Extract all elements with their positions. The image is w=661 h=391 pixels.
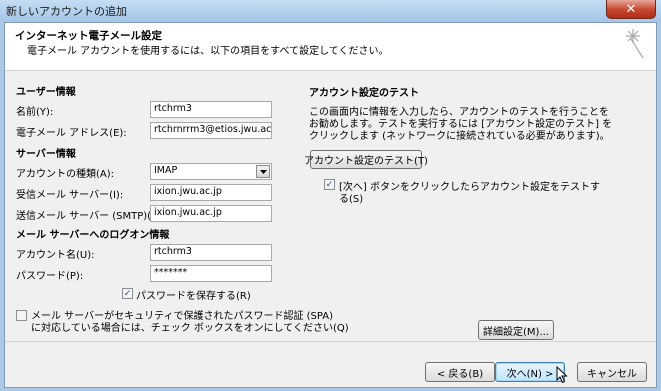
incoming-server-label: 受信メール サーバー(I): [16, 190, 124, 201]
test-heading: アカウント設定のテスト [309, 88, 419, 99]
page-title: インターネット電子メール設定 [15, 30, 162, 42]
test-desc-line3: クリックします (ネットワークに接続されている必要があります)。 [309, 131, 610, 142]
account-type-value: IMAP [154, 165, 178, 176]
more-settings-button[interactable]: 詳細設定(M)... [478, 320, 554, 340]
account-type-label: アカウントの種類(A): [16, 169, 115, 180]
wizard-header: インターネット電子メール設定 電子メール アカウントを使用するには、以下の項目を… [5, 23, 656, 71]
title-bar: 新しいアカウントの追加 [0, 0, 661, 22]
auto-test-label-line2: る(S) [339, 194, 364, 205]
account-name-label: アカウント名(U): [16, 250, 95, 261]
close-button[interactable]: ✕ [606, 0, 656, 19]
cancel-button[interactable]: キャンセル [577, 362, 647, 382]
spa-label-line2: に対応している場合には、チェック ボックスをオンにしてください(Q) [31, 323, 349, 334]
password-field[interactable]: ******* [150, 265, 272, 282]
email-field[interactable]: rtchrnrrm3@etios.jwu.ac.jp [150, 122, 272, 139]
test-account-button[interactable]: アカウント設定のテスト(T) [304, 150, 428, 169]
incoming-server-field[interactable]: ixion.jwu.ac.jp [150, 184, 272, 201]
outgoing-server-field[interactable]: ixion.jwu.ac.jp [150, 205, 272, 222]
spa-checkbox[interactable] [16, 310, 27, 321]
remember-password-checkbox[interactable]: ✓ [122, 288, 133, 299]
page-subtitle: 電子メール アカウントを使用するには、以下の項目をすべて設定してください。 [27, 46, 389, 57]
name-field[interactable]: rtchrm3 [150, 101, 272, 118]
remember-password-label: パスワードを保存する(R) [136, 291, 251, 302]
email-label: 電子メール アドレス(E): [16, 128, 127, 139]
account-type-select[interactable]: IMAP [150, 163, 272, 180]
logon-info-heading: メール サーバーへのログオン情報 [16, 230, 170, 241]
chevron-down-icon[interactable] [256, 165, 270, 178]
back-button[interactable]: < 戻る(B) [425, 362, 495, 382]
name-label: 名前(Y): [16, 107, 54, 118]
mouse-cursor-icon [556, 366, 568, 384]
next-button[interactable]: 次へ(N) > [495, 362, 565, 382]
close-icon: ✕ [625, 1, 637, 17]
footer-divider [5, 341, 656, 342]
auto-test-label-line1: [次へ] ボタンをクリックしたらアカウント設定をテストす [339, 182, 600, 193]
window-title: 新しいアカウントの追加 [6, 5, 127, 18]
account-name-field[interactable]: rtchrm3 [150, 244, 272, 261]
outgoing-server-label: 送信メール サーバー (SMTP)(O): [16, 211, 167, 222]
auto-test-checkbox[interactable]: ✓ [324, 179, 335, 190]
server-info-heading: サーバー情報 [16, 149, 76, 160]
user-info-heading: ユーザー情報 [16, 87, 76, 98]
wizard-sparkle-icon [626, 29, 644, 59]
password-label: パスワード(P): [16, 271, 84, 282]
dialog-body: インターネット電子メール設定 電子メール アカウントを使用するには、以下の項目を… [4, 22, 657, 388]
